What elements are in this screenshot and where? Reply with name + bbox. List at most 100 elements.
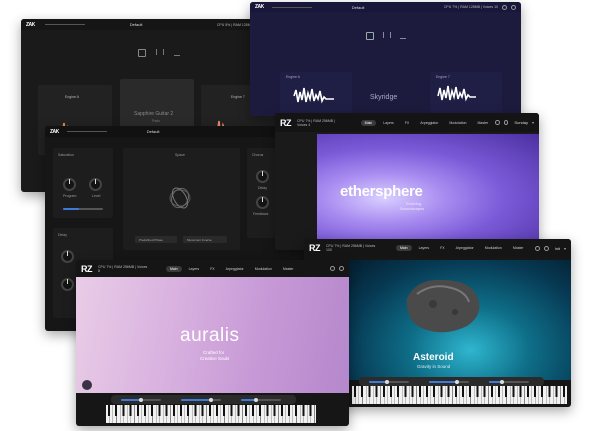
phase-dropdown[interactable]: Predefined Phase [135,236,177,243]
chevron-down-icon[interactable]: ▾ [532,120,534,125]
eye-icon[interactable] [82,380,92,390]
auralis-keyboard[interactable] [106,405,316,423]
sliders-icon[interactable] [383,32,391,38]
feedback-knob[interactable] [256,196,269,209]
feedback-label: Feedback [253,212,269,216]
tab-arpeggiator[interactable]: Arpeggiator [452,245,478,251]
zak-logo: ZAK [26,21,35,28]
asteroid-macro-bar [359,377,544,386]
engine-a-panel[interactable]: Engine A [280,72,352,116]
program-knob[interactable] [63,178,76,191]
ethersphere-titlebar: RZ CPU 7% | RAM 256MB | Voices 4 Main La… [275,113,539,132]
asteroid-titlebar: RZ CPU 7% | RAM 256MB | Voices 100 Main … [304,239,571,257]
delay-heading: Delay [58,233,67,237]
engine-center-name: Sapphire Guitar 2 [134,111,174,117]
tab-arpeggiator[interactable]: Arpeggiator [416,120,442,126]
tab-master[interactable]: Master [279,266,298,272]
rz-logo: RZ [309,243,321,253]
delay-knob[interactable] [256,170,269,183]
tab-layers[interactable]: Layers [185,266,204,272]
status-info: CPU 7% | RAM 256MB | Voices 4 [297,118,335,127]
view-switcher [366,32,406,40]
delay-label: Delay [258,186,267,190]
space-visualizer [169,187,191,209]
asteroid-subtitle: Gravity in Sound [417,364,451,369]
tab-layers[interactable]: Layers [379,120,398,126]
tab-modulation[interactable]: Modulation [445,120,470,126]
center-engine-name: Skyridge [370,94,398,101]
gear-icon[interactable] [339,266,344,271]
macro-slider-2[interactable] [181,397,221,402]
tab-master[interactable]: Master [509,245,528,251]
bell-icon[interactable] [534,245,540,251]
nav-tabs: Main Layers FX Arpeggiator Modulation Ma… [396,245,531,251]
bell-icon[interactable] [495,120,500,125]
macro-slider-1[interactable] [369,379,409,384]
tab-master[interactable]: Master [474,120,493,126]
chorus-heading: Chorus [252,153,264,157]
tab-main[interactable]: Main [166,265,182,272]
auralis-subtitle-1: Crafted for [203,350,225,355]
settings-icon[interactable] [502,4,507,10]
macro-slider-2[interactable] [429,379,469,384]
macro-slider-3[interactable] [241,397,281,402]
preset-name[interactable]: Init [555,246,560,251]
level-knob[interactable] [89,178,102,191]
rz-logo: RZ [81,263,93,274]
saturation-slider[interactable] [63,208,103,210]
program-label: Program [63,194,77,198]
auralis-titlebar: RZ CPU 7% | RAM 256MB | Voices 8 Main La… [76,260,349,277]
tab-fx[interactable]: FX [436,245,448,251]
rz-logo: RZ [280,117,292,128]
tab-main[interactable]: Main [360,119,377,126]
zak-logo: ZAK [50,128,59,135]
engine-center-sub: Pads [152,119,160,123]
home-icon[interactable] [138,49,146,57]
home-icon[interactable] [366,32,374,40]
tab-layers[interactable]: Layers [415,245,434,251]
tab-arpeggiator[interactable]: Arpeggiator [222,266,248,272]
bars-icon[interactable] [174,49,180,56]
chevron-down-icon[interactable]: ▾ [564,246,566,251]
tab-fx[interactable]: FX [206,266,218,272]
view-switcher [138,49,180,57]
movement-dropdown[interactable]: Movement Inverse [183,236,227,243]
delay-feedback-knob[interactable] [61,278,74,291]
tab-modulation[interactable]: Modulation [481,245,506,251]
delay-time-knob[interactable] [61,250,74,263]
bell-icon[interactable] [330,266,335,271]
preset-name[interactable]: Default [147,129,160,134]
preset-progress-bar [271,6,312,8]
status-info: CPU 7% | RAM 128MB | Voices 10 [443,5,498,9]
tab-main[interactable]: Main [396,245,412,251]
preset-name[interactable]: Default [130,22,143,27]
engine-7-panel[interactable]: Engine 7 [430,72,502,116]
level-label: Level [92,194,101,198]
preset-name[interactable]: Default [352,5,365,10]
auralis-macro-bar [111,395,296,404]
asteroid-keyboard[interactable] [352,386,567,404]
ethersphere-subtitle-2: Soundscapes [400,206,425,211]
sliders-icon[interactable] [156,49,164,55]
engine-a-waveform [293,87,334,104]
nav-tabs: Main Layers FX Arpeggiator Modulation Ma… [166,265,301,272]
asteroid-title: Asteroid [413,352,454,363]
tab-modulation[interactable]: Modulation [251,266,276,272]
save-icon[interactable] [511,4,516,10]
preset-name[interactable]: Sunday [514,120,528,125]
zak-blue-titlebar: ZAK Default CPU 7% | RAM 128MB | Voices … [250,2,521,12]
preset-progress-bar [44,24,85,25]
asteroid-artwork: Asteroid Gravity in Sound [347,260,571,380]
bars-icon[interactable] [400,32,406,39]
asteroid-rock [406,279,480,333]
engine-7-waveform [437,85,476,102]
auralis-artwork: auralis Crafted for Creative Souls [76,277,349,393]
macro-slider-1[interactable] [121,397,161,402]
macro-slider-3[interactable] [489,379,529,384]
gear-icon[interactable] [503,120,509,125]
saturation-panel: Saturation Program Level [53,148,113,218]
rz-ethersphere-window: RZ CPU 7% | RAM 256MB | Voices 4 Main La… [275,113,539,250]
tab-fx[interactable]: FX [401,120,413,126]
auralis-title: auralis [180,325,240,346]
gear-icon[interactable] [543,245,549,251]
